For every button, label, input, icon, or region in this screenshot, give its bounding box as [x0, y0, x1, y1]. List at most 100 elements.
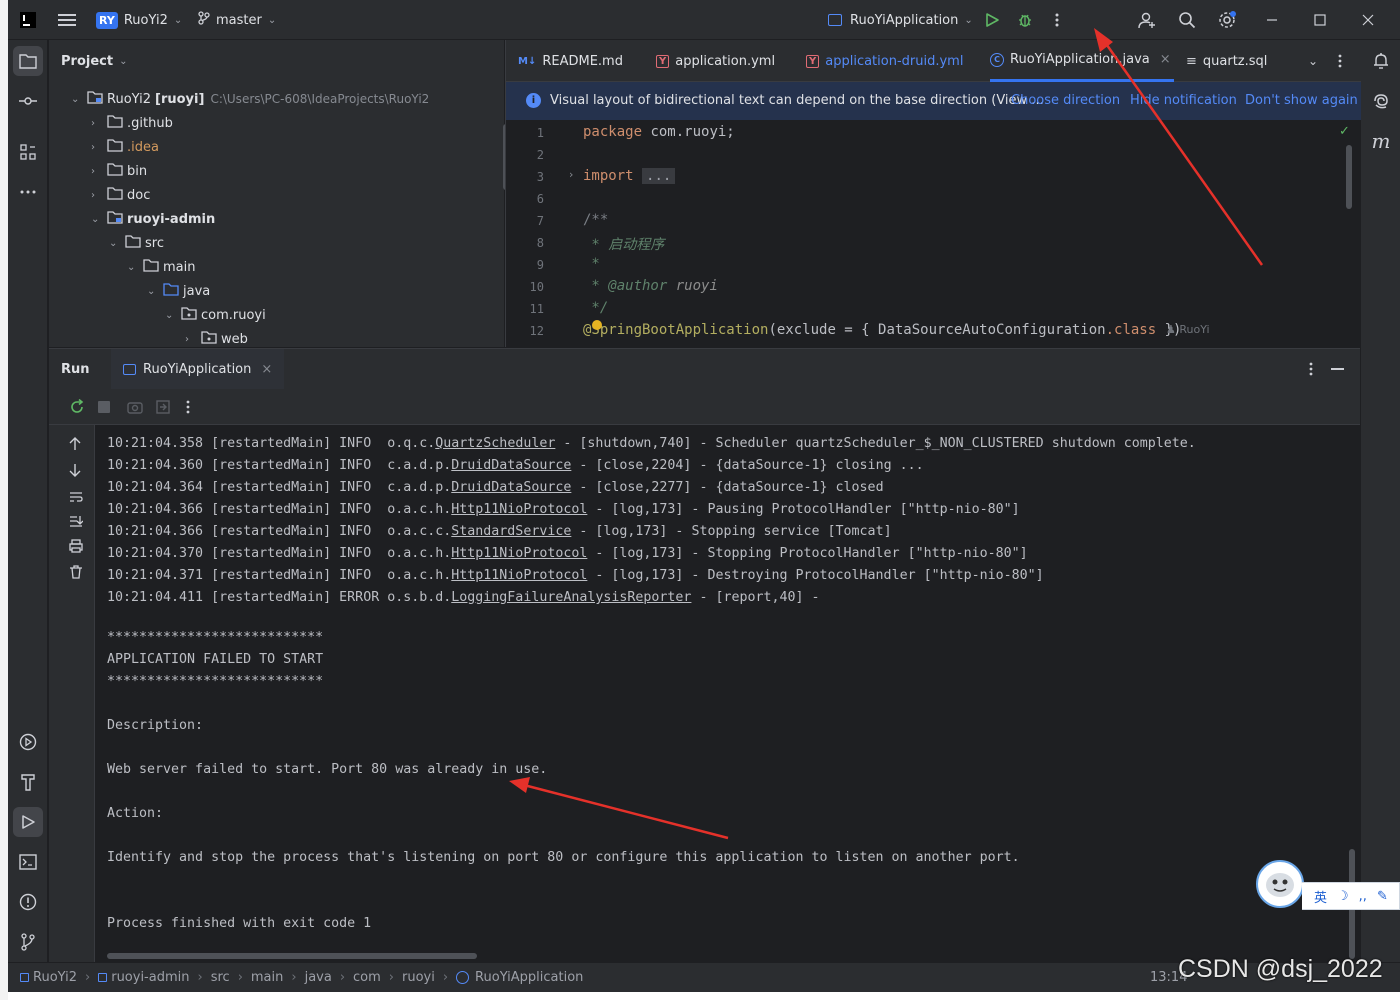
fold-chevron-icon[interactable]: ›: [569, 168, 573, 181]
services-tool-button[interactable]: [13, 727, 43, 757]
tree-item[interactable]: ⌄ ruoyi-admin: [91, 207, 215, 231]
breadcrumb-item[interactable]: ruoyi-admin: [98, 970, 190, 985]
tree-item[interactable]: › .github: [91, 111, 173, 135]
code-keyword: import: [583, 168, 634, 184]
tab-application-yml[interactable]: Y application.yml: [656, 40, 775, 82]
down-arrow-icon[interactable]: [69, 463, 81, 481]
print-icon[interactable]: [69, 539, 83, 557]
log-class[interactable]: LoggingFailureAnalysisReporter: [451, 590, 691, 605]
code-with-me-icon[interactable]: [1138, 0, 1156, 40]
minimize-window-icon[interactable]: [1266, 0, 1278, 40]
run-button[interactable]: [984, 0, 1000, 40]
maximize-window-icon[interactable]: [1314, 0, 1326, 40]
vcs-branch-widget[interactable]: master ⌄: [198, 0, 276, 40]
up-arrow-icon[interactable]: [69, 437, 81, 455]
tab-readme[interactable]: M↓ README.md: [518, 40, 623, 82]
console-output[interactable]: 10:21:04.358 [restartedMain] INFO o.q.c.…: [107, 433, 1347, 953]
tab-quartz-sql[interactable]: ≡ quartz.sql: [1186, 40, 1267, 82]
maven-m-icon[interactable]: m: [1366, 126, 1396, 156]
choose-direction-link[interactable]: Choose direction: [1011, 93, 1120, 108]
stop-icon[interactable]: [98, 401, 110, 413]
breadcrumb-item[interactable]: RuoYiApplication: [456, 970, 583, 985]
soft-wrap-icon[interactable]: [69, 491, 83, 507]
close-tab-icon[interactable]: ×: [1160, 52, 1171, 67]
more-actions-icon[interactable]: [1054, 0, 1060, 40]
tabs-dropdown-icon[interactable]: ⌄: [1308, 40, 1318, 82]
build-tool-button[interactable]: [13, 767, 43, 797]
breadcrumb-item[interactable]: main: [251, 970, 283, 985]
tree-item[interactable]: ⌄ main: [127, 255, 195, 279]
settings-gear-icon[interactable]: [1217, 0, 1237, 40]
terminal-tool-button[interactable]: [13, 847, 43, 877]
ime-toolbar[interactable]: 英 ☽ ,, ✎: [1256, 860, 1400, 910]
log-class[interactable]: DruidDataSource: [451, 458, 571, 473]
run-tab[interactable]: RuoYiApplication ×: [111, 349, 285, 389]
notifications-bell-icon[interactable]: [1366, 46, 1396, 76]
project-panel: Project ⌄ ⌄ RuoYi2 [ruoyi] C:\Users\PC-6…: [49, 40, 509, 347]
log-class[interactable]: DruidDataSource: [451, 480, 571, 495]
hide-panel-icon[interactable]: [1331, 368, 1344, 370]
run-more-icon[interactable]: [1309, 362, 1313, 380]
intention-bulb-icon[interactable]: [592, 320, 602, 330]
ai-assistant-icon[interactable]: [1366, 86, 1396, 116]
tree-item[interactable]: › doc: [91, 183, 150, 207]
tree-item-root[interactable]: ⌄ RuoYi2 [ruoyi] C:\Users\PC-608\IdeaPro…: [71, 87, 429, 111]
breadcrumb-item[interactable]: ruoyi: [402, 970, 435, 985]
tree-item[interactable]: ⌄ java: [147, 279, 210, 303]
markdown-file-icon: M↓: [518, 55, 537, 67]
tab-ruoyi-application-java[interactable]: C RuoYiApplication.java ×: [990, 40, 1174, 82]
ime-language-label[interactable]: 英: [1314, 887, 1327, 906]
debug-button[interactable]: [1017, 0, 1033, 40]
moon-icon[interactable]: ☽: [1337, 889, 1349, 904]
log-class[interactable]: Http11NioProtocol: [451, 546, 587, 561]
close-tab-icon[interactable]: ×: [261, 362, 272, 377]
editor-more-icon[interactable]: [1338, 40, 1342, 82]
punctuation-icon[interactable]: ,,: [1359, 889, 1367, 904]
tree-item[interactable]: › .idea: [91, 135, 159, 159]
camera-icon[interactable]: [127, 400, 143, 418]
module-folder-icon: [107, 210, 123, 228]
log-class[interactable]: StandardService: [451, 524, 571, 539]
tree-label: web: [221, 331, 248, 347]
log-class[interactable]: Http11NioProtocol: [451, 568, 587, 583]
exit-icon[interactable]: [156, 400, 170, 418]
main-menu-icon[interactable]: [58, 0, 76, 40]
log-package: o.a.c.h.: [387, 546, 452, 561]
dont-show-again-link[interactable]: Don't show again: [1245, 93, 1358, 108]
folded-imports[interactable]: ...: [642, 168, 676, 184]
run-tool-button[interactable]: [13, 807, 43, 837]
tab-application-druid-yml[interactable]: Y application-druid.yml: [806, 40, 963, 82]
log-class[interactable]: Http11NioProtocol: [451, 502, 587, 517]
problems-tool-button[interactable]: [13, 887, 43, 917]
log-level: INFO: [339, 568, 388, 583]
search-icon[interactable]: [1178, 0, 1196, 40]
toolbar-more-icon[interactable]: [186, 400, 190, 418]
rerun-icon[interactable]: [69, 398, 85, 419]
tree-item[interactable]: ⌄ com.ruoyi: [165, 303, 266, 327]
breadcrumb-item[interactable]: src: [211, 970, 230, 985]
run-config-selector[interactable]: RuoYiApplication ⌄: [828, 0, 973, 40]
project-tool-button[interactable]: [13, 46, 43, 76]
log-class[interactable]: QuartzScheduler: [435, 436, 555, 451]
app-logo-icon: [20, 0, 36, 40]
tree-item[interactable]: › bin: [91, 159, 147, 183]
trash-icon[interactable]: [69, 565, 83, 583]
close-window-icon[interactable]: [1362, 0, 1374, 40]
editor-scrollbar[interactable]: [1346, 145, 1352, 209]
tree-item[interactable]: ⌄ src: [109, 231, 164, 255]
git-branch-icon: [21, 933, 35, 951]
console-horizontal-scrollbar[interactable]: [107, 953, 477, 959]
hide-notification-link[interactable]: Hide notification: [1130, 93, 1237, 108]
breadcrumb-item[interactable]: com: [353, 970, 381, 985]
more-tools-icon[interactable]: [13, 177, 43, 207]
log-package: o.a.c.c.: [387, 524, 452, 539]
scroll-to-end-icon[interactable]: [69, 515, 84, 531]
structure-tool-button[interactable]: [13, 137, 43, 167]
commit-tool-button[interactable]: [13, 86, 43, 116]
project-switcher[interactable]: RY RuoYi2 ⌄: [96, 0, 182, 40]
wrench-icon[interactable]: ✎: [1377, 889, 1388, 904]
git-tool-button[interactable]: [13, 927, 43, 957]
project-panel-header[interactable]: Project ⌄: [49, 40, 504, 82]
breadcrumb-item[interactable]: java: [305, 970, 332, 985]
breadcrumb-item[interactable]: RuoYi2: [20, 970, 77, 985]
